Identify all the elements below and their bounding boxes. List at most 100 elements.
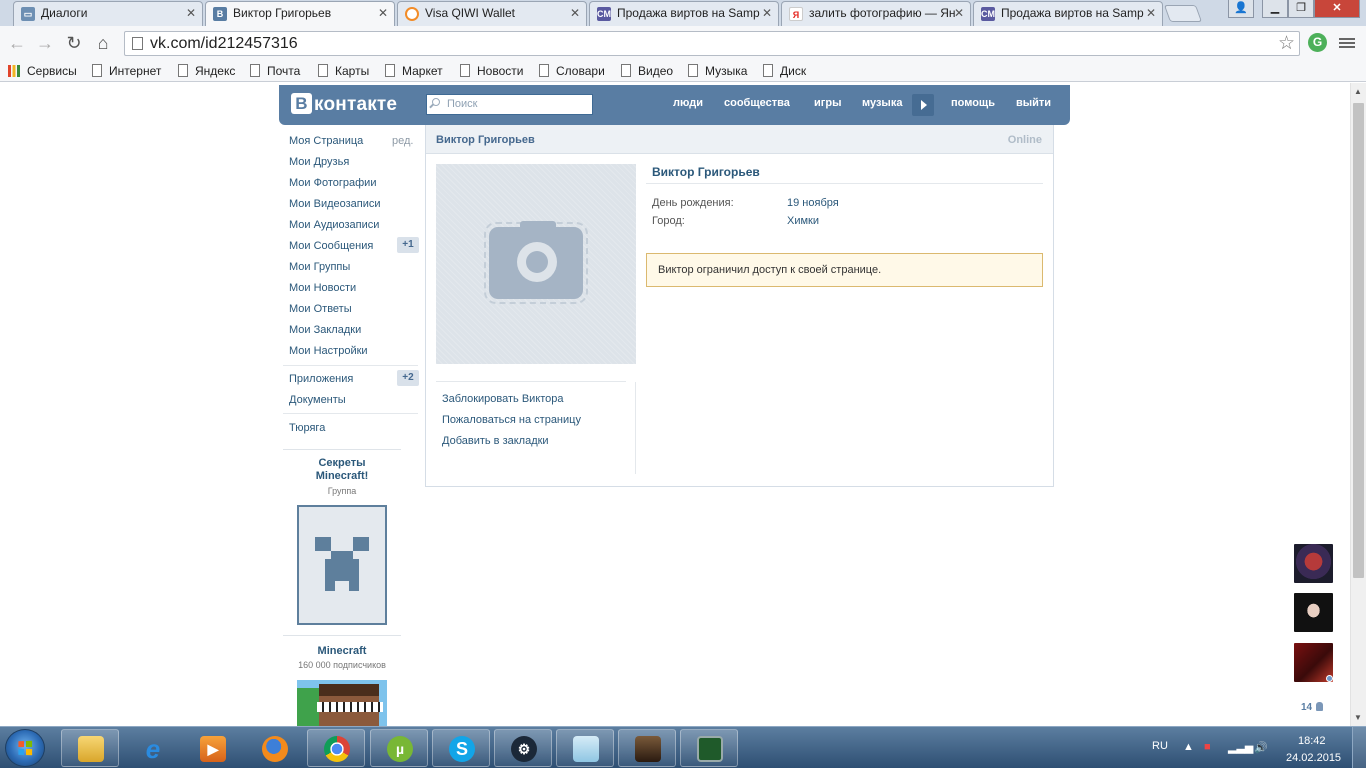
clock-time[interactable]: 18:42 bbox=[1298, 735, 1326, 747]
tab-profile[interactable]: B Виктор Григорьев ✕ bbox=[205, 1, 395, 26]
tab-samp-2[interactable]: CM Продажа виртов на Samp ✕ bbox=[973, 1, 1163, 26]
taskbar-chrome[interactable] bbox=[307, 729, 365, 767]
close-tab-icon[interactable]: ✕ bbox=[186, 2, 196, 25]
taskbar-gta[interactable] bbox=[618, 729, 676, 767]
bookmark-yandex[interactable]: Яндекс bbox=[178, 63, 235, 79]
menu-tyuryaga[interactable]: Тюряга bbox=[289, 422, 325, 434]
nav-people[interactable]: люди bbox=[673, 97, 703, 109]
close-tab-icon[interactable]: ✕ bbox=[954, 2, 964, 25]
menu-apps[interactable]: Приложения bbox=[289, 373, 353, 385]
tab-dialogs[interactable]: ▭ Диалоги ✕ bbox=[13, 1, 203, 26]
minimize-button[interactable]: ▁ bbox=[1262, 0, 1288, 18]
taskbar-app[interactable] bbox=[680, 729, 738, 767]
tray-security-icon[interactable]: ■ bbox=[1204, 741, 1211, 753]
language-indicator[interactable]: RU bbox=[1152, 740, 1168, 752]
close-tab-icon[interactable]: ✕ bbox=[1146, 2, 1156, 25]
menu-news[interactable]: Мои Новости bbox=[289, 282, 356, 294]
block-user-link[interactable]: Заблокировать Виктора bbox=[442, 393, 564, 405]
reload-icon[interactable]: ↻ bbox=[62, 31, 86, 55]
bookmark-dictionaries[interactable]: Словари bbox=[539, 63, 605, 79]
start-button[interactable] bbox=[5, 729, 45, 767]
scrollbar-thumb[interactable] bbox=[1353, 103, 1364, 578]
bookmark-star-icon[interactable]: ☆ bbox=[1278, 32, 1295, 55]
play-icon[interactable] bbox=[912, 94, 934, 116]
show-desktop-button[interactable] bbox=[1352, 727, 1366, 768]
bookmark-internet[interactable]: Интернет bbox=[92, 63, 161, 79]
online-friend-avatar[interactable] bbox=[1294, 544, 1333, 583]
ad-title[interactable]: Minecraft bbox=[283, 645, 401, 658]
nav-help[interactable]: помощь bbox=[951, 97, 995, 109]
menu-edit-link[interactable]: ред. bbox=[392, 135, 413, 147]
menu-answers[interactable]: Мои Ответы bbox=[289, 303, 352, 315]
menu-my-page[interactable]: Моя Страница bbox=[289, 135, 363, 147]
taskbar-explorer[interactable] bbox=[61, 729, 119, 767]
city-value[interactable]: Химки bbox=[787, 215, 819, 227]
ad-creeper-image[interactable] bbox=[297, 505, 387, 625]
ad-minecraft-image[interactable] bbox=[297, 680, 387, 726]
taskbar-skype[interactable]: S bbox=[432, 729, 490, 767]
menu-videos[interactable]: Мои Видеозаписи bbox=[289, 198, 381, 210]
back-arrow-icon[interactable]: ← bbox=[5, 31, 29, 55]
taskbar-firefox[interactable] bbox=[245, 729, 303, 767]
tab-qiwi[interactable]: Visa QIWI Wallet ✕ bbox=[397, 1, 587, 26]
online-friends-count[interactable]: 14 bbox=[1301, 702, 1324, 713]
bookmark-disk[interactable]: Диск bbox=[763, 63, 806, 79]
nav-music[interactable]: музыка bbox=[862, 97, 902, 109]
page-scrollbar[interactable]: ▲ ▼ bbox=[1350, 83, 1366, 726]
scroll-down-icon[interactable]: ▼ bbox=[1354, 713, 1362, 722]
profile-avatar[interactable] bbox=[436, 164, 636, 364]
search-input[interactable]: Поиск bbox=[426, 94, 593, 115]
new-tab-button[interactable] bbox=[1163, 5, 1203, 22]
bookmark-video[interactable]: Видео bbox=[621, 63, 673, 79]
menu-messages[interactable]: Мои Сообщения bbox=[289, 240, 373, 252]
grammarly-extension-icon[interactable]: G bbox=[1308, 33, 1327, 52]
apps-badge[interactable]: +2 bbox=[397, 370, 419, 386]
bookmark-maps[interactable]: Карты bbox=[318, 63, 369, 79]
home-icon[interactable]: ⌂ bbox=[91, 31, 115, 55]
scroll-up-icon[interactable]: ▲ bbox=[1354, 87, 1362, 96]
menu-audio[interactable]: Мои Аудиозаписи bbox=[289, 219, 379, 231]
address-bar[interactable]: vk.com/id212457316 ☆ bbox=[124, 31, 1300, 56]
taskbar-ie[interactable]: e bbox=[123, 729, 181, 767]
birthday-value[interactable]: 19 ноября bbox=[787, 197, 839, 209]
messages-badge[interactable]: +1 bbox=[397, 237, 419, 253]
network-signal-icon[interactable]: ▂▃▅ bbox=[1228, 741, 1253, 754]
volume-icon[interactable]: 🔊 bbox=[1254, 741, 1268, 754]
menu-settings[interactable]: Мои Настройки bbox=[289, 345, 368, 357]
tab-samp-1[interactable]: CM Продажа виртов на Samp ✕ bbox=[589, 1, 779, 26]
report-page-link[interactable]: Пожаловаться на страницу bbox=[442, 414, 581, 426]
bookmark-music[interactable]: Музыка bbox=[688, 63, 747, 79]
chrome-menu-icon[interactable] bbox=[1339, 36, 1355, 50]
online-friend-avatar[interactable] bbox=[1294, 593, 1333, 632]
nav-games[interactable]: игры bbox=[814, 97, 841, 109]
menu-groups[interactable]: Мои Группы bbox=[289, 261, 350, 273]
close-tab-icon[interactable]: ✕ bbox=[378, 2, 388, 25]
vk-logo[interactable]: Вконтакте bbox=[291, 93, 397, 117]
taskbar-steam[interactable]: ⚙ bbox=[494, 729, 552, 767]
menu-bookmarks[interactable]: Мои Закладки bbox=[289, 324, 361, 336]
taskbar-media-player[interactable]: ▶ bbox=[183, 729, 241, 767]
taskbar-notepad[interactable] bbox=[556, 729, 614, 767]
bookmark-market[interactable]: Маркет bbox=[385, 63, 443, 79]
taskbar-utorrent[interactable]: µ bbox=[370, 729, 428, 767]
menu-documents[interactable]: Документы bbox=[289, 394, 346, 406]
forward-arrow-icon[interactable]: → bbox=[33, 31, 57, 55]
menu-photos[interactable]: Мои Фотографии bbox=[289, 177, 376, 189]
bookmark-mail[interactable]: Почта bbox=[250, 63, 300, 79]
tab-yandex[interactable]: Я залить фотографию — Ян ✕ bbox=[781, 1, 971, 26]
add-bookmark-link[interactable]: Добавить в закладки bbox=[442, 435, 549, 447]
nav-logout[interactable]: выйти bbox=[1016, 97, 1051, 109]
ad-title[interactable]: Секреты Minecraft! bbox=[301, 457, 383, 483]
nav-communities[interactable]: сообщества bbox=[724, 97, 790, 109]
close-tab-icon[interactable]: ✕ bbox=[570, 2, 580, 25]
bookmark-services[interactable]: Сервисы bbox=[8, 63, 77, 79]
url-text[interactable]: vk.com/id212457316 bbox=[150, 35, 298, 53]
profile-icon[interactable]: 👤 bbox=[1228, 0, 1254, 18]
close-window-button[interactable]: ✕ bbox=[1314, 0, 1360, 18]
close-tab-icon[interactable]: ✕ bbox=[762, 2, 772, 25]
maximize-button[interactable]: ❐ bbox=[1288, 0, 1314, 18]
tray-expand-icon[interactable]: ▲ bbox=[1183, 741, 1194, 753]
clock-date[interactable]: 24.02.2015 bbox=[1286, 752, 1341, 764]
menu-friends[interactable]: Мои Друзья bbox=[289, 156, 349, 168]
bookmark-news[interactable]: Новости bbox=[460, 63, 523, 79]
